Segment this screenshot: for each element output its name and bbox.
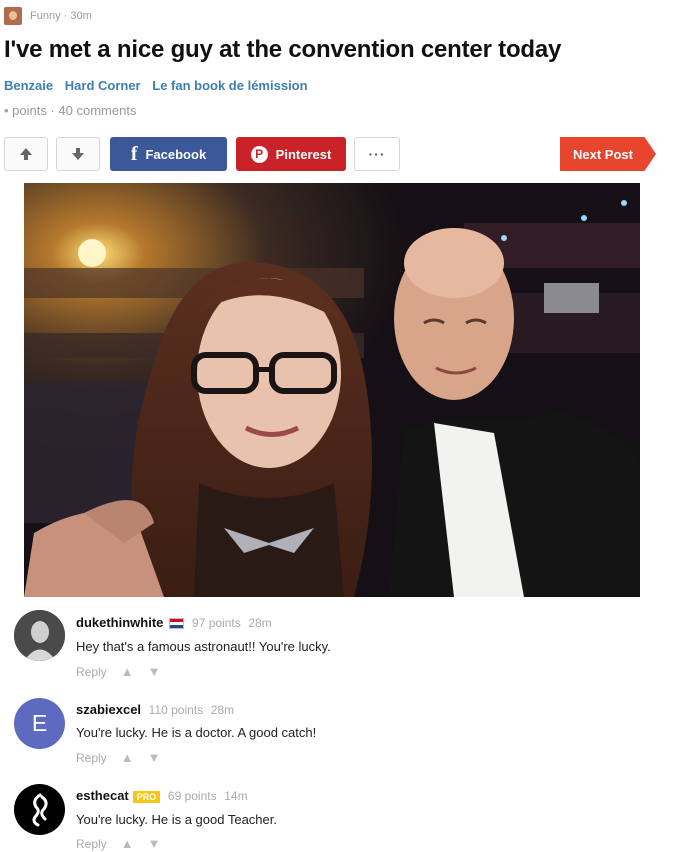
comment-actions: Reply ▲ ▼	[76, 836, 160, 851]
post-age: 30m	[70, 10, 92, 22]
selfie-photo	[24, 183, 640, 597]
comment-age: 28m	[248, 616, 272, 630]
category-link[interactable]: Funny	[30, 10, 61, 22]
comment-age: 14m	[224, 789, 248, 803]
avatar[interactable]: E	[14, 698, 65, 749]
post-tags: Benzaie Hard Corner Le fan book de lémis…	[4, 78, 316, 93]
comment-username[interactable]: esthecat	[76, 788, 129, 803]
post-stats: • points · 40 comments	[4, 103, 137, 118]
comment-text: You're lucky. He is a good Teacher.	[76, 812, 277, 827]
comment-downvote-icon[interactable]: ▼	[148, 750, 161, 765]
reply-button[interactable]: Reply	[76, 837, 107, 851]
pinterest-share-button[interactable]: P Pinterest	[236, 137, 346, 171]
avatar[interactable]	[14, 610, 65, 661]
arrow-up-icon	[20, 148, 32, 160]
comment-header: szabiexcel 110 points 28m	[76, 702, 234, 717]
comment-actions: Reply ▲ ▼	[76, 750, 160, 765]
pro-badge: PRO	[132, 790, 161, 803]
comment-points: 97 points	[192, 616, 241, 630]
facebook-icon: f	[130, 142, 138, 165]
comment-header: esthecat PRO 69 points 14m	[76, 788, 248, 803]
avatar-letter: E	[31, 710, 48, 736]
category-thumbnail[interactable]	[4, 7, 22, 25]
comment-downvote-icon[interactable]: ▼	[148, 836, 161, 851]
comment-upvote-icon[interactable]: ▲	[121, 836, 134, 851]
post-meta: Funny · 30m	[30, 10, 92, 22]
country-flag-icon	[169, 618, 185, 630]
arrow-down-icon	[72, 148, 84, 160]
next-post-button[interactable]: Next Post	[560, 137, 656, 171]
facebook-share-button[interactable]: f Facebook	[110, 137, 227, 171]
comment-points: 69 points	[167, 789, 217, 803]
comment-text: You're lucky. He is a doctor. A good cat…	[76, 725, 317, 740]
user-photo-avatar	[14, 610, 65, 661]
comment-username[interactable]: dukethinwhite	[76, 615, 163, 630]
avatar[interactable]	[14, 784, 65, 835]
pinterest-label: Pinterest	[275, 146, 332, 162]
tag-link[interactable]: Benzaie	[4, 78, 53, 93]
comment-points: 110 points	[148, 703, 204, 717]
comment-upvote-icon[interactable]: ▲	[121, 664, 134, 679]
facebook-label: Facebook	[145, 146, 207, 162]
more-options-button[interactable]: ···	[354, 137, 400, 171]
comment-header: dukethinwhite 97 points 28m	[76, 615, 272, 630]
comment-text: Hey that's a famous astronaut!! You're l…	[76, 639, 331, 654]
upvote-button[interactable]	[4, 137, 48, 171]
reply-button[interactable]: Reply	[76, 751, 107, 765]
tag-link[interactable]: Le fan book de lémission	[152, 78, 307, 93]
comment-upvote-icon[interactable]: ▲	[121, 750, 134, 765]
comment-actions: Reply ▲ ▼	[76, 664, 160, 679]
comment-username[interactable]: szabiexcel	[76, 702, 141, 717]
cat-logo-icon	[32, 793, 48, 826]
downvote-button[interactable]	[56, 137, 100, 171]
post-title: I've met a nice guy at the convention ce…	[4, 36, 562, 63]
pinterest-icon: P	[250, 145, 268, 163]
reply-button[interactable]: Reply	[76, 665, 107, 679]
tag-link[interactable]: Hard Corner	[65, 78, 141, 93]
comment-age: 28m	[210, 703, 235, 717]
comment-downvote-icon[interactable]: ▼	[148, 664, 161, 679]
post-image[interactable]	[24, 183, 640, 597]
